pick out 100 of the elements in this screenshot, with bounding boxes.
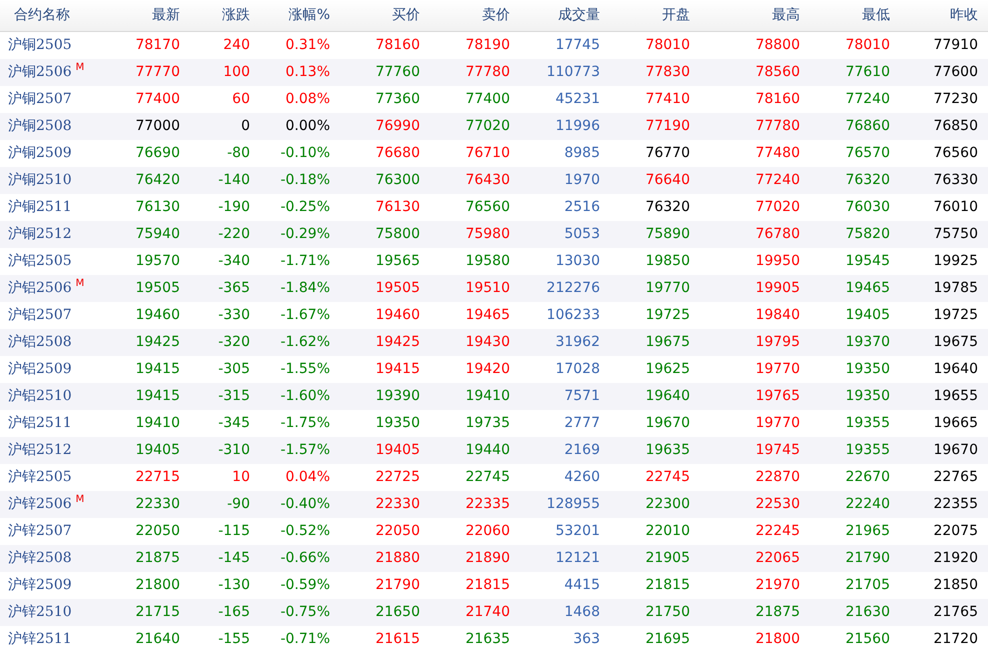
contract-name[interactable]: 沪锌2505 bbox=[8, 464, 72, 491]
price-cell-text: 22050 bbox=[374, 522, 421, 541]
price-cell-text: 77000 bbox=[134, 117, 181, 136]
price-cell-text: 76990 bbox=[374, 117, 421, 136]
price-cell-text: 78160 bbox=[374, 36, 421, 55]
price-cell-text: 19905 bbox=[754, 279, 801, 298]
price-cell-text: 76560 bbox=[464, 198, 511, 217]
price-cell-text: -190 bbox=[217, 198, 251, 217]
prev-close-cell-text: 19655 bbox=[932, 387, 979, 406]
contract-name[interactable]: 沪铝2507 bbox=[8, 302, 72, 329]
price-cell-text: 22530 bbox=[754, 495, 801, 514]
price-cell-text: 21800 bbox=[134, 576, 181, 595]
price-cell-text: 22245 bbox=[754, 522, 801, 541]
price-cell-text: -90 bbox=[226, 495, 251, 514]
contract-name[interactable]: 沪锌2511 bbox=[8, 626, 72, 653]
column-header[interactable]: 最低 bbox=[810, 0, 900, 31]
price-cell-text: 77400 bbox=[464, 90, 511, 109]
contract-name[interactable]: 沪铜2511 bbox=[8, 194, 72, 221]
volume-cell-text: 11996 bbox=[554, 117, 601, 136]
price-cell-text: -340 bbox=[217, 252, 251, 271]
contract-name[interactable]: 沪铜2508 bbox=[8, 113, 72, 140]
price-cell-text: -365 bbox=[217, 279, 251, 298]
main-contract-label: M bbox=[76, 495, 84, 505]
contract-name[interactable]: 沪锌2506 bbox=[8, 491, 72, 518]
volume-cell-text: 110773 bbox=[546, 63, 601, 82]
price-cell-text: 22050 bbox=[134, 522, 181, 541]
price-cell-text: 19725 bbox=[644, 306, 691, 325]
price-cell-text: 60 bbox=[231, 90, 251, 109]
volume-cell-text: 363 bbox=[572, 630, 601, 649]
price-cell-text: -220 bbox=[217, 225, 251, 244]
price-cell-text: 19670 bbox=[644, 414, 691, 433]
contract-name[interactable]: 沪铜2507 bbox=[8, 86, 72, 113]
prev-close-cell-text: 77600 bbox=[932, 63, 979, 82]
price-cell-text: 21875 bbox=[754, 603, 801, 622]
prev-close-cell-text: 76330 bbox=[932, 171, 979, 190]
price-cell-text: 19745 bbox=[754, 441, 801, 460]
price-cell-text: 78010 bbox=[644, 36, 691, 55]
contract-name[interactable]: 沪铝2505 bbox=[8, 248, 72, 275]
main-contract-label: M bbox=[76, 63, 84, 73]
column-header[interactable]: 开盘 bbox=[610, 0, 700, 31]
volume-cell-text: 106233 bbox=[546, 306, 601, 325]
price-cell-text: 78560 bbox=[754, 63, 801, 82]
column-header[interactable]: 涨幅% bbox=[260, 0, 340, 31]
column-header[interactable]: 买价 bbox=[340, 0, 430, 31]
column-header[interactable]: 最高 bbox=[700, 0, 810, 31]
price-cell-text: 21965 bbox=[844, 522, 891, 541]
price-cell-text: 77770 bbox=[134, 63, 181, 82]
price-cell-text: 76690 bbox=[134, 144, 181, 163]
price-cell-text: -0.40% bbox=[279, 495, 331, 514]
price-cell-text: 76130 bbox=[374, 198, 421, 217]
price-cell-text: 19675 bbox=[644, 333, 691, 352]
contract-name[interactable]: 沪铝2511 bbox=[8, 410, 72, 437]
price-cell-text: 76640 bbox=[644, 171, 691, 190]
price-cell-text: 75940 bbox=[134, 225, 181, 244]
price-cell-text: 78010 bbox=[844, 36, 891, 55]
column-header[interactable]: 最新 bbox=[110, 0, 190, 31]
prev-close-cell-text: 21720 bbox=[932, 630, 979, 649]
prev-close-cell-text: 77230 bbox=[932, 90, 979, 109]
contract-name[interactable]: 沪铜2512 bbox=[8, 221, 72, 248]
contract-name[interactable]: 沪锌2508 bbox=[8, 545, 72, 572]
price-cell-text: 19505 bbox=[374, 279, 421, 298]
volume-cell-text: 2777 bbox=[563, 414, 601, 433]
price-cell-text: 19350 bbox=[844, 387, 891, 406]
price-cell-text: 22335 bbox=[464, 495, 511, 514]
contract-name[interactable]: 沪锌2510 bbox=[8, 599, 72, 626]
prev-close-cell-text: 19665 bbox=[932, 414, 979, 433]
price-cell-text: 21875 bbox=[134, 549, 181, 568]
contract-name[interactable]: 沪铝2506 bbox=[8, 275, 72, 302]
contract-name[interactable]: 沪铜2509 bbox=[8, 140, 72, 167]
column-header[interactable]: 涨跌 bbox=[190, 0, 260, 31]
contract-name[interactable]: 沪铝2508 bbox=[8, 329, 72, 356]
contract-name[interactable]: 沪铜2510 bbox=[8, 167, 72, 194]
price-cell-text: 19425 bbox=[374, 333, 421, 352]
price-cell-text: 76430 bbox=[464, 171, 511, 190]
price-cell-text: 77780 bbox=[754, 117, 801, 136]
contract-name[interactable]: 沪锌2507 bbox=[8, 518, 72, 545]
price-cell-text: 19735 bbox=[464, 414, 511, 433]
price-cell-text: -1.75% bbox=[279, 414, 331, 433]
contract-name[interactable]: 沪铜2506 bbox=[8, 59, 72, 86]
prev-close-cell-text: 19725 bbox=[932, 306, 979, 325]
price-cell-text: -0.52% bbox=[279, 522, 331, 541]
price-cell-text: 77830 bbox=[644, 63, 691, 82]
price-cell-text: 75890 bbox=[644, 225, 691, 244]
price-cell-text: 19770 bbox=[644, 279, 691, 298]
volume-cell-text: 1970 bbox=[563, 171, 601, 190]
column-header[interactable]: 成交量 bbox=[520, 0, 610, 31]
contract-name[interactable]: 沪铝2512 bbox=[8, 437, 72, 464]
price-cell-text: 76770 bbox=[644, 144, 691, 163]
price-cell-text: 19425 bbox=[134, 333, 181, 352]
contract-name[interactable]: 沪铜2505 bbox=[8, 32, 72, 59]
column-header[interactable]: 昨收 bbox=[900, 0, 988, 31]
contract-name[interactable]: 沪锌2509 bbox=[8, 572, 72, 599]
price-cell-text: 78800 bbox=[754, 36, 801, 55]
price-cell-text: 22745 bbox=[464, 468, 511, 487]
price-cell-text: 21640 bbox=[134, 630, 181, 649]
price-cell-text: 76030 bbox=[844, 198, 891, 217]
column-header[interactable]: 合约名称 bbox=[0, 0, 110, 31]
column-header[interactable]: 卖价 bbox=[430, 0, 520, 31]
contract-name[interactable]: 沪铝2510 bbox=[8, 383, 72, 410]
contract-name[interactable]: 沪铝2509 bbox=[8, 356, 72, 383]
